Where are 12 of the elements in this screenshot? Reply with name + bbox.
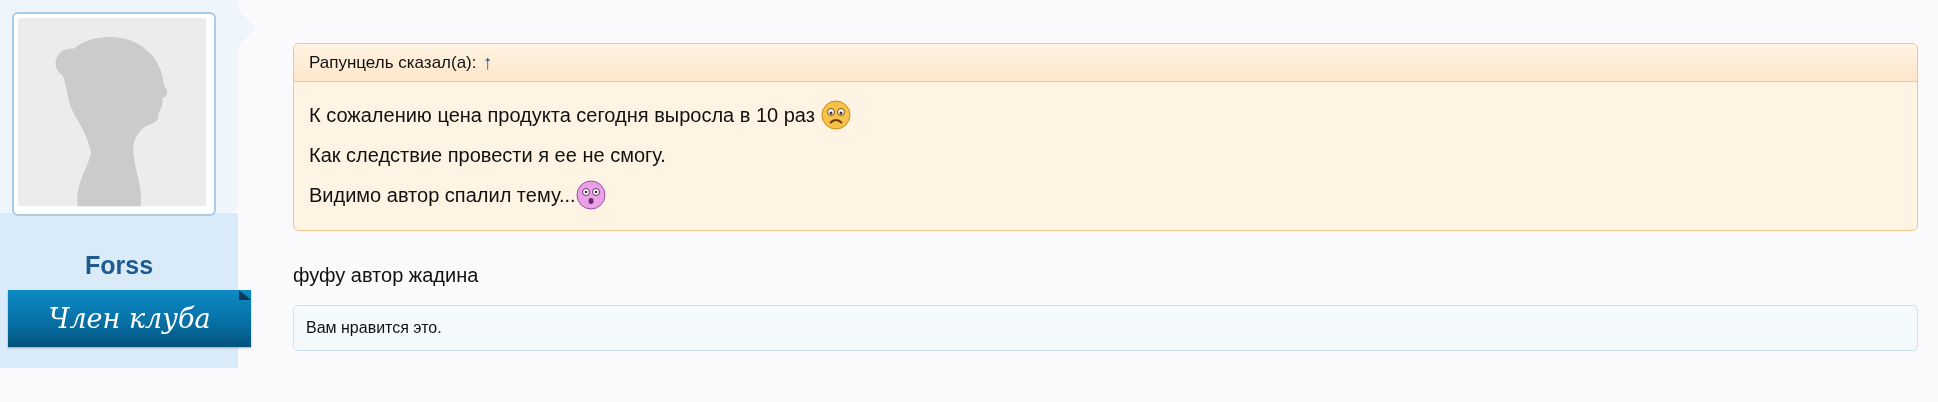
username[interactable]: Forss [84, 251, 154, 280]
jump-to-post-link[interactable]: ↑ [482, 51, 493, 74]
quote-text: Видимо автор спалил тему... [309, 183, 576, 207]
surprised-face-icon [575, 180, 606, 210]
post-text: фуфу автор жадина [293, 264, 479, 287]
sad-face-icon [820, 100, 851, 130]
quote-text: К сожалению цена продукта сегодня выросла в 10 раз [309, 103, 815, 127]
avatar-icon[interactable] [12, 12, 216, 216]
quote-attribution: Рапунцель сказал(а): [309, 52, 477, 73]
member-badge: Член клуба [8, 290, 251, 347]
quote-text: Как следствие провести я ее не смогу. [309, 143, 666, 167]
likes-text: Вам нравится это. [306, 319, 442, 336]
